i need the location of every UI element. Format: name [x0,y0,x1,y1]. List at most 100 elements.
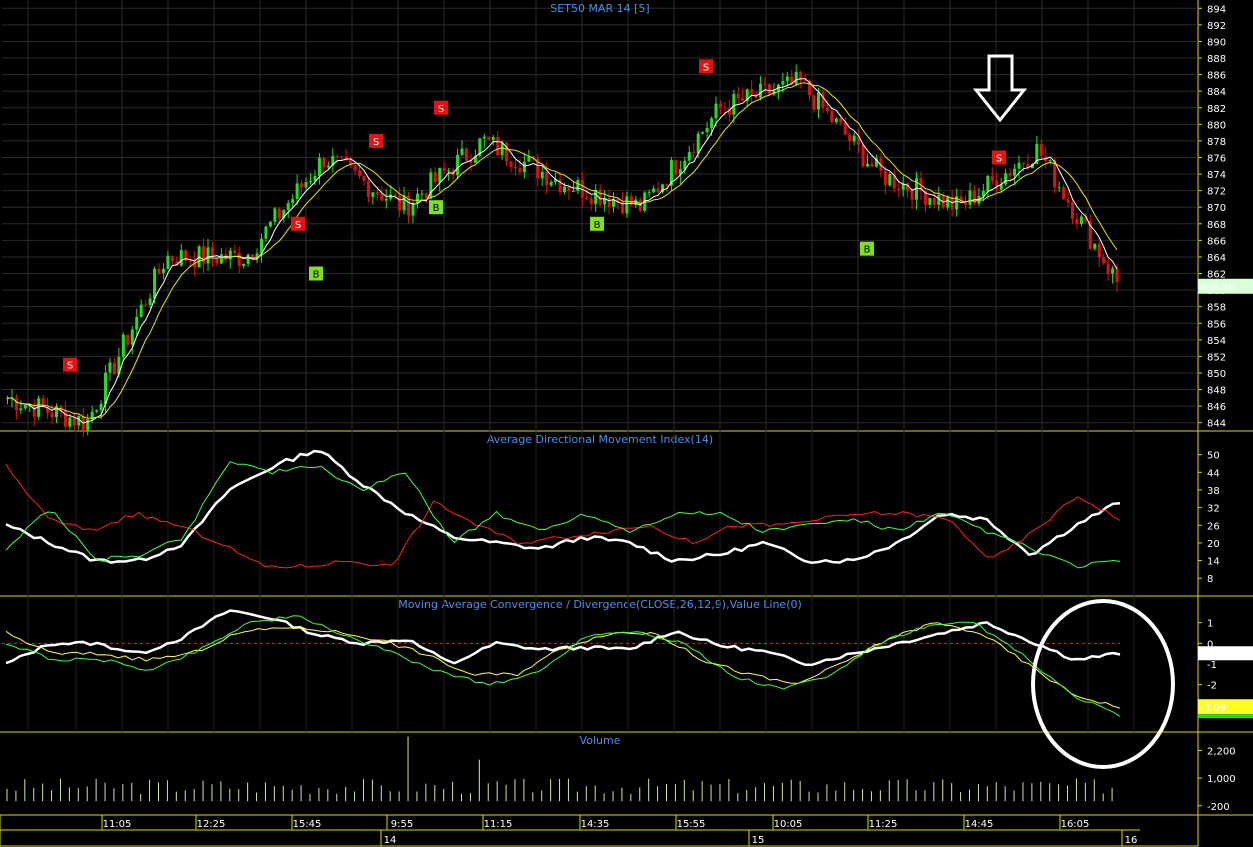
candle-body [72,417,76,426]
price-tick-label: 854 [1207,336,1226,347]
indicator-panel-title-1: Average Directional Movement Index(14) [487,433,713,446]
price-tick-label: 870 [1207,203,1226,214]
candle-body [420,193,424,195]
candle-body [585,197,589,199]
candle-body [509,161,513,168]
time-tick-label: 11:15 [484,819,513,830]
price-tick-label: 892 [1207,21,1226,32]
candle-body [1097,243,1101,258]
candles-group [6,64,1119,438]
candle-body [816,92,820,110]
candle-body [964,202,968,205]
candle-body [242,263,246,266]
candle-body [19,408,23,411]
candle-body [674,160,678,175]
volume-panel-title: Volume [580,734,621,747]
candle-body [834,118,838,123]
candle-body [340,156,344,158]
candle-body [433,172,437,182]
candle-body [179,250,183,266]
price-tick-label: 850 [1207,369,1226,380]
signal-value-badge-strip [1198,714,1253,719]
candle-body [629,196,633,206]
signal-value-label: -3.09 [1200,703,1226,714]
time-tick-label: 14:35 [581,819,610,830]
candle-body [718,103,722,108]
candle-body [714,103,718,119]
price-tick-label: 880 [1207,120,1226,131]
candle-body [135,316,139,330]
candle-body [50,412,54,418]
candle-body [563,186,566,193]
price-tick-label: 866 [1207,236,1226,247]
candle-body [843,122,847,135]
indicator-tick-label: -1 [1207,660,1217,671]
candle-body [825,107,829,111]
candle-body [696,133,700,154]
candle-body [540,172,544,179]
candle-body [652,188,656,193]
candle-body [322,157,326,168]
price-tick-label: 848 [1207,386,1226,397]
price-tick-label: 868 [1207,220,1226,231]
candle-body [456,154,460,176]
candle-body [1013,168,1017,176]
price-tick-label: 872 [1207,187,1226,198]
signal-marker-label: B [433,203,440,214]
candle-body [1075,218,1079,224]
candle-body [161,268,165,273]
candle-body [785,76,789,82]
candle-body [317,157,321,177]
candle-body [750,89,754,94]
time-tick-label: 14:45 [965,819,994,830]
candle-body [527,156,531,162]
candle-body [121,334,125,357]
trading-chart[interactable]: 8448468488508528548568588608628648668688… [0,0,1253,847]
signal-marker-label: S [295,220,301,231]
signal-marker-label: S [67,361,73,372]
candle-body [358,170,362,176]
candle-body [1093,243,1097,249]
candle-body [1048,160,1052,162]
candle-body [781,81,785,85]
indicator-tick-label: 50 [1207,451,1220,462]
candle-body [910,190,914,200]
candle-body [148,298,152,305]
time-tick-label: 15:55 [677,819,706,830]
candle-body [157,268,161,273]
candle-body [144,304,148,306]
candle-body [741,98,745,101]
candle-body [812,95,816,110]
candle-body [723,107,727,109]
signal-marker-label: S [996,153,1002,164]
volume-tick-label: -200 [1207,802,1230,813]
candle-body [366,180,370,197]
signal-marker-label: B [313,270,320,281]
candle-body [295,183,299,199]
candle-body [95,410,99,412]
candle-body [14,397,18,411]
candle-body [482,136,486,139]
highlight-circle [1031,599,1175,769]
candle-body [1008,173,1012,176]
candle-body [464,148,468,161]
candle-body [518,168,522,173]
candle-body [442,167,446,172]
candle-body [108,362,112,373]
candle-body [362,175,366,181]
candle-body [112,362,116,375]
candle-body [571,190,575,192]
candle-body [300,183,304,188]
candle-body [932,197,936,205]
candle-body [1111,268,1115,274]
candle-body [513,167,517,169]
signal-marker-label: S [373,137,379,148]
volume-tick-label: 1,000 [1207,774,1236,785]
price-tick-label: 882 [1207,104,1226,115]
time-tick-label: 16:05 [1061,819,1090,830]
candle-body [576,180,580,191]
candle-body [1017,162,1021,169]
arrow-down-icon [972,54,1028,123]
candle-body [126,334,130,345]
candle-body [656,188,660,193]
